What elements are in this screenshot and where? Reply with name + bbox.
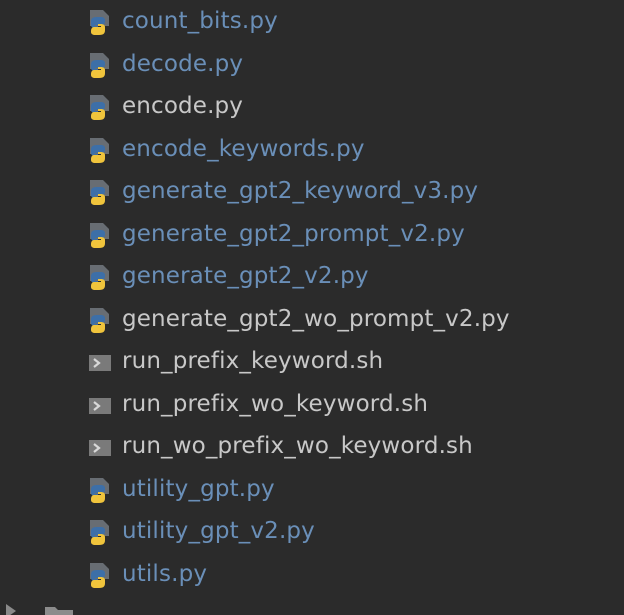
folder-icon xyxy=(45,607,73,615)
file-name-label: run_prefix_keyword.sh xyxy=(122,348,384,374)
file-name-label: generate_gpt2_keyword_v3.py xyxy=(122,178,479,204)
shell-script-icon xyxy=(89,397,111,414)
file-name-label: encode_keywords.py xyxy=(122,135,365,162)
tree-file-row[interactable]: generate_gpt2_prompt_v2.py xyxy=(0,214,624,257)
file-name-label: generate_gpt2_v2.py xyxy=(122,263,369,289)
python-file-icon xyxy=(90,265,109,290)
python-file-icon xyxy=(90,95,109,120)
python-file-icon xyxy=(90,222,109,248)
python-file-icon xyxy=(90,137,109,163)
project-file-tree: count_bits.py decode.py encode.py encode_ke… xyxy=(0,0,624,615)
tree-file-row[interactable]: encode.py xyxy=(0,86,624,129)
tree-file-row[interactable]: utils.py xyxy=(0,554,624,597)
file-name-label: utility_gpt.py xyxy=(122,475,275,502)
shell-script-icon xyxy=(89,440,111,456)
tree-file-row[interactable]: run_prefix_wo_keyword.sh xyxy=(0,384,624,427)
tree-folder-row[interactable] xyxy=(0,596,624,615)
python-file-icon xyxy=(90,562,109,588)
tree-file-row[interactable]: encode_keywords.py xyxy=(0,129,624,172)
python-file-icon xyxy=(90,10,109,35)
tree-file-row[interactable]: generate_gpt2_v2.py xyxy=(0,256,624,299)
file-name-label: decode.py xyxy=(122,50,244,77)
file-name-label: run_prefix_wo_keyword.sh xyxy=(122,390,429,417)
tree-file-row[interactable]: utility_gpt_v2.py xyxy=(0,511,624,554)
file-name-label: generate_gpt2_prompt_v2.py xyxy=(122,220,465,247)
tree-file-row[interactable]: generate_gpt2_keyword_v3.py xyxy=(0,171,624,214)
python-file-icon xyxy=(90,520,109,545)
tree-file-row[interactable]: run_prefix_keyword.sh xyxy=(0,341,624,384)
file-name-label: utils.py xyxy=(122,560,208,587)
file-name-label: count_bits.py xyxy=(122,8,278,34)
tree-file-row[interactable]: generate_gpt2_wo_prompt_v2.py xyxy=(0,299,624,342)
file-list: count_bits.py decode.py encode.py encode_ke… xyxy=(0,1,624,596)
shell-script-icon xyxy=(89,355,111,371)
python-file-icon xyxy=(90,477,109,503)
python-file-icon xyxy=(90,52,109,78)
tree-file-row[interactable]: utility_gpt.py xyxy=(0,469,624,512)
tree-file-row[interactable]: count_bits.py xyxy=(0,1,624,44)
tree-file-row[interactable]: decode.py xyxy=(0,44,624,87)
python-file-icon xyxy=(90,180,109,205)
file-name-label: generate_gpt2_wo_prompt_v2.py xyxy=(122,305,510,332)
chevron-right-icon[interactable] xyxy=(6,604,16,615)
file-name-label: run_wo_prefix_wo_keyword.sh xyxy=(122,433,473,459)
file-name-label: encode.py xyxy=(122,93,244,119)
file-name-label: utility_gpt_v2.py xyxy=(122,518,315,544)
python-file-icon xyxy=(90,307,109,333)
tree-file-row[interactable]: run_wo_prefix_wo_keyword.sh xyxy=(0,426,624,469)
